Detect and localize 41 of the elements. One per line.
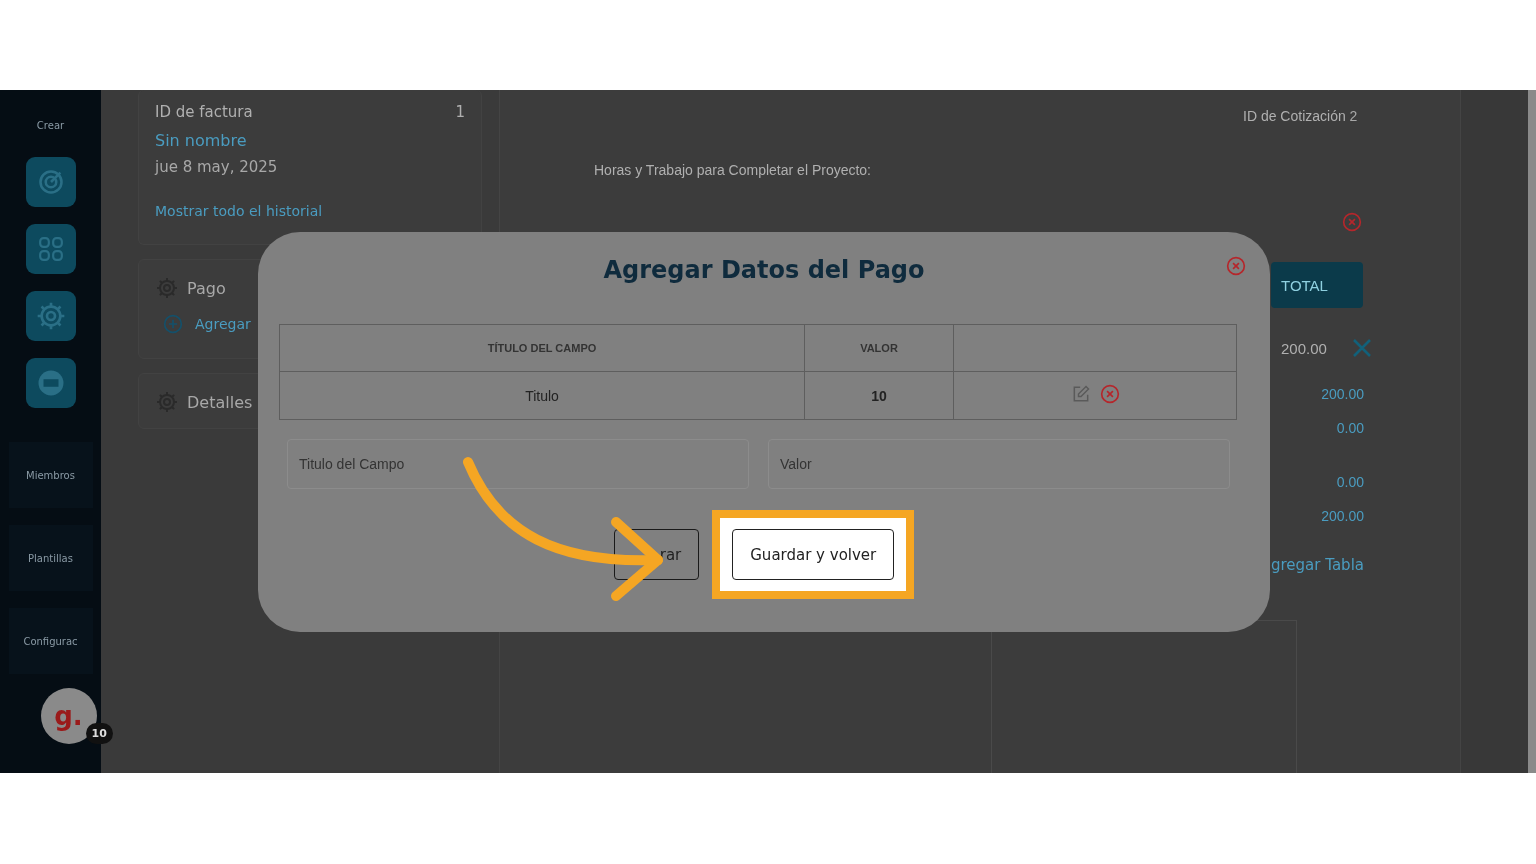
input-field[interactable]: Valor: [768, 439, 1230, 489]
sidebar-item[interactable]: Plantillas: [8, 525, 93, 591]
table-cell: 10: [804, 371, 954, 420]
gears-button[interactable]: [25, 291, 76, 341]
column-header: VALOR: [804, 324, 954, 372]
plus-circle-icon[interactable]: [163, 314, 183, 334]
history-link[interactable]: Mostrar todo el historial: [155, 203, 465, 219]
scrollbar[interactable]: [1528, 90, 1536, 773]
invoice-date: jue 8 may, 2025: [155, 158, 279, 176]
invoice-id-label: ID de factura: [155, 103, 253, 121]
input-field[interactable]: Titulo del Campo: [287, 439, 749, 489]
invoice-id-value: 1: [455, 103, 465, 121]
save-button[interactable]: Guardar y volver: [732, 529, 895, 580]
add-payment-link[interactable]: Agregar: [195, 316, 251, 332]
sidebar-item[interactable]: Miembros: [8, 442, 93, 508]
total-value: 200.00: [1281, 340, 1327, 357]
remove-icon[interactable]: [1342, 212, 1362, 232]
invoice-name: Sin nombre: [155, 131, 248, 150]
close-icon[interactable]: [1352, 338, 1372, 358]
api-button[interactable]: [25, 358, 76, 408]
summary-value: 0.00: [1336, 420, 1364, 436]
grid-icon: [37, 236, 64, 262]
delete-icon[interactable]: [1099, 384, 1120, 404]
total-header: TOTAL: [1271, 262, 1363, 308]
project-description: Horas y Trabajo para Completar el Proyecto:: [594, 162, 871, 178]
grid-button[interactable]: [25, 224, 76, 274]
target-icon: [36, 168, 65, 196]
modal-title: Agregar Datos del Pago: [602, 256, 926, 284]
section-title: Detalles: [187, 392, 253, 412]
sidebar-section-label: Crear: [36, 120, 65, 131]
add-table-link[interactable]: gregar Tabla: [1271, 556, 1364, 574]
summary-value: 200.00: [1321, 508, 1364, 524]
target-button[interactable]: [25, 157, 76, 207]
summary-value: 0.00: [1336, 474, 1364, 490]
table-cell: Titulo: [279, 371, 805, 420]
quote-id: ID de Cotización 2: [1243, 108, 1358, 124]
summary-value: 200.00: [1321, 386, 1364, 402]
close-icon[interactable]: [1226, 256, 1246, 276]
column-header: TÍTULO DEL CAMPO: [279, 324, 805, 372]
sidebar-item[interactable]: Configurac: [8, 608, 93, 674]
section-title: Pago: [187, 278, 226, 298]
